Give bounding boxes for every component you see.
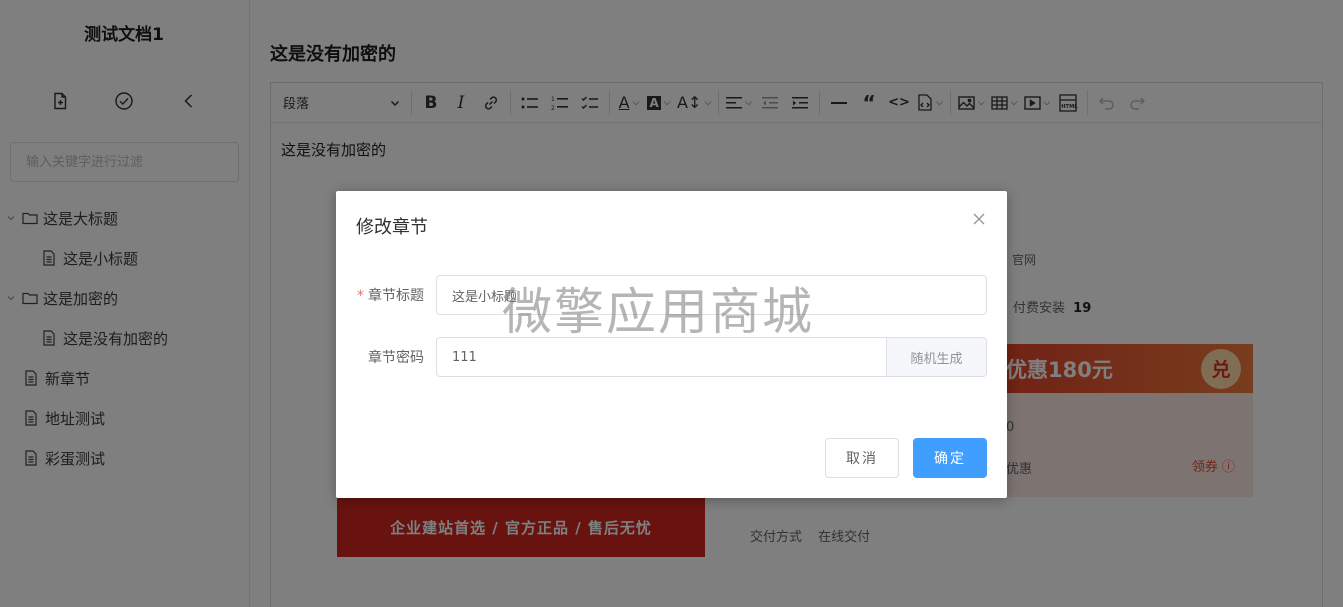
chapter-title-label-text: 章节标题 bbox=[368, 288, 424, 304]
dialog-title: 修改章节 bbox=[356, 217, 428, 238]
random-generate-button[interactable]: 随机生成 bbox=[887, 337, 987, 377]
cancel-button[interactable]: 取消 bbox=[825, 438, 899, 478]
password-input-group: 随机生成 bbox=[436, 337, 987, 377]
chapter-password-row: 章节密码 随机生成 bbox=[336, 337, 1007, 377]
close-icon[interactable] bbox=[969, 209, 989, 229]
chapter-password-input[interactable] bbox=[436, 337, 887, 377]
chapter-password-label: 章节密码 bbox=[368, 350, 424, 366]
dialog-footer: 取消 确定 bbox=[825, 438, 987, 478]
chapter-title-label: * 章节标题 bbox=[336, 285, 436, 305]
required-marker: * bbox=[357, 288, 364, 304]
chapter-title-input[interactable] bbox=[436, 275, 987, 315]
chapter-title-row: * 章节标题 bbox=[336, 275, 1007, 315]
edit-chapter-dialog: 修改章节 *章节标题 章节密码 随机生成 取消 确定 bbox=[336, 191, 1007, 498]
confirm-button[interactable]: 确定 bbox=[913, 438, 987, 478]
